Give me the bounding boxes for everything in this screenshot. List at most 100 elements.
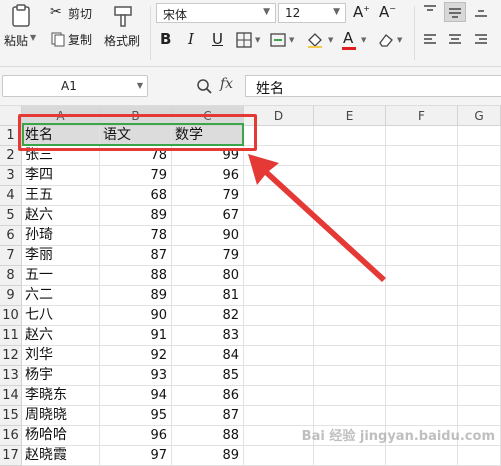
cell-f8[interactable] <box>386 266 458 286</box>
cell-c5[interactable]: 67 <box>172 206 244 226</box>
cell-a16[interactable]: 杨哈哈 <box>22 426 100 446</box>
chevron-down-icon[interactable]: ▼ <box>255 36 260 44</box>
cell-e11[interactable] <box>314 326 386 346</box>
cell-e15[interactable] <box>314 406 386 426</box>
cell-a9[interactable]: 六二 <box>22 286 100 306</box>
cell-a12[interactable]: 刘华 <box>22 346 100 366</box>
cell-a3[interactable]: 李四 <box>22 166 100 186</box>
decrease-font-icon[interactable]: A− <box>379 3 396 21</box>
zoom-icon[interactable] <box>196 78 212 94</box>
bold-button[interactable]: B <box>160 30 171 48</box>
cell-g10[interactable] <box>458 306 501 326</box>
chevron-down-icon[interactable]: ▼ <box>328 36 333 44</box>
cell-f7[interactable] <box>386 246 458 266</box>
cell-e9[interactable] <box>314 286 386 306</box>
cell-f9[interactable] <box>386 286 458 306</box>
cell-f6[interactable] <box>386 226 458 246</box>
cell-f2[interactable] <box>386 146 458 166</box>
cell-g17[interactable] <box>458 446 501 466</box>
cell-b4[interactable]: 68 <box>100 186 172 206</box>
merge-cells-icon[interactable] <box>270 32 286 48</box>
format-painter-button[interactable]: 格式刷 <box>102 2 144 62</box>
row-header-17[interactable]: 17 <box>0 446 22 466</box>
cell-a4[interactable]: 王五 <box>22 186 100 206</box>
cell-d13[interactable] <box>244 366 314 386</box>
cell-g4[interactable] <box>458 186 501 206</box>
row-header-3[interactable]: 3 <box>0 166 22 186</box>
cell-b13[interactable]: 93 <box>100 366 172 386</box>
row-header-13[interactable]: 13 <box>0 366 22 386</box>
row-header-14[interactable]: 14 <box>0 386 22 406</box>
row-header-7[interactable]: 7 <box>0 246 22 266</box>
cell-f5[interactable] <box>386 206 458 226</box>
paste-button[interactable]: 粘贴 ▼ <box>2 2 44 62</box>
cell-b8[interactable]: 88 <box>100 266 172 286</box>
cell-b16[interactable]: 96 <box>100 426 172 446</box>
cell-a13[interactable]: 杨宇 <box>22 366 100 386</box>
cell-f4[interactable] <box>386 186 458 206</box>
align-center-icon[interactable] <box>448 33 462 47</box>
cell-d9[interactable] <box>244 286 314 306</box>
cell-d15[interactable] <box>244 406 314 426</box>
cell-g3[interactable] <box>458 166 501 186</box>
cell-f15[interactable] <box>386 406 458 426</box>
cell-c13[interactable]: 85 <box>172 366 244 386</box>
cell-f13[interactable] <box>386 366 458 386</box>
copy-button[interactable]: 复制 <box>48 30 98 50</box>
chevron-down-icon[interactable]: ▼ <box>397 36 402 44</box>
cell-c6[interactable]: 90 <box>172 226 244 246</box>
underline-button[interactable]: U <box>212 30 223 48</box>
row-header-5[interactable]: 5 <box>0 206 22 226</box>
row-header-9[interactable]: 9 <box>0 286 22 306</box>
cell-c9[interactable]: 81 <box>172 286 244 306</box>
cell-c16[interactable]: 88 <box>172 426 244 446</box>
cell-b5[interactable]: 89 <box>100 206 172 226</box>
cell-b15[interactable]: 95 <box>100 406 172 426</box>
cell-d11[interactable] <box>244 326 314 346</box>
eraser-icon[interactable] <box>378 32 394 48</box>
row-header-16[interactable]: 16 <box>0 426 22 446</box>
name-box[interactable]: A1 ▼ <box>2 75 148 97</box>
cell-g7[interactable] <box>458 246 501 266</box>
cut-button[interactable]: ✂ 剪切 <box>48 4 98 24</box>
cell-c11[interactable]: 83 <box>172 326 244 346</box>
cell-f10[interactable] <box>386 306 458 326</box>
cell-b9[interactable]: 89 <box>100 286 172 306</box>
cell-g6[interactable] <box>458 226 501 246</box>
cell-a17[interactable]: 赵晓霞 <box>22 446 100 466</box>
chevron-down-icon[interactable]: ▼ <box>30 33 36 42</box>
cell-c10[interactable]: 82 <box>172 306 244 326</box>
cell-e13[interactable] <box>314 366 386 386</box>
cell-b10[interactable]: 90 <box>100 306 172 326</box>
cell-e10[interactable] <box>314 306 386 326</box>
cell-f14[interactable] <box>386 386 458 406</box>
cell-b3[interactable]: 79 <box>100 166 172 186</box>
border-icon[interactable] <box>236 32 252 48</box>
cell-b6[interactable]: 78 <box>100 226 172 246</box>
cell-c17[interactable]: 89 <box>172 446 244 466</box>
cell-g8[interactable] <box>458 266 501 286</box>
cell-d12[interactable] <box>244 346 314 366</box>
cell-f1[interactable] <box>386 126 458 146</box>
row-header-11[interactable]: 11 <box>0 326 22 346</box>
cell-g14[interactable] <box>458 386 501 406</box>
cell-f11[interactable] <box>386 326 458 346</box>
cell-c3[interactable]: 96 <box>172 166 244 186</box>
fill-color-icon[interactable] <box>306 31 324 49</box>
row-header-15[interactable]: 15 <box>0 406 22 426</box>
cell-a15[interactable]: 周晓晓 <box>22 406 100 426</box>
font-size-select[interactable]: 12 ▼ <box>278 3 346 23</box>
row-header-8[interactable]: 8 <box>0 266 22 286</box>
cell-a7[interactable]: 李丽 <box>22 246 100 266</box>
cell-b12[interactable]: 92 <box>100 346 172 366</box>
row-header-6[interactable]: 6 <box>0 226 22 246</box>
cell-f3[interactable] <box>386 166 458 186</box>
cell-e12[interactable] <box>314 346 386 366</box>
font-color-icon[interactable]: A <box>343 29 353 47</box>
cell-b17[interactable]: 97 <box>100 446 172 466</box>
cell-e17[interactable] <box>314 446 386 466</box>
increase-font-icon[interactable]: A+ <box>353 3 370 21</box>
cell-a10[interactable]: 七八 <box>22 306 100 326</box>
row-header-10[interactable]: 10 <box>0 306 22 326</box>
cell-b11[interactable]: 91 <box>100 326 172 346</box>
